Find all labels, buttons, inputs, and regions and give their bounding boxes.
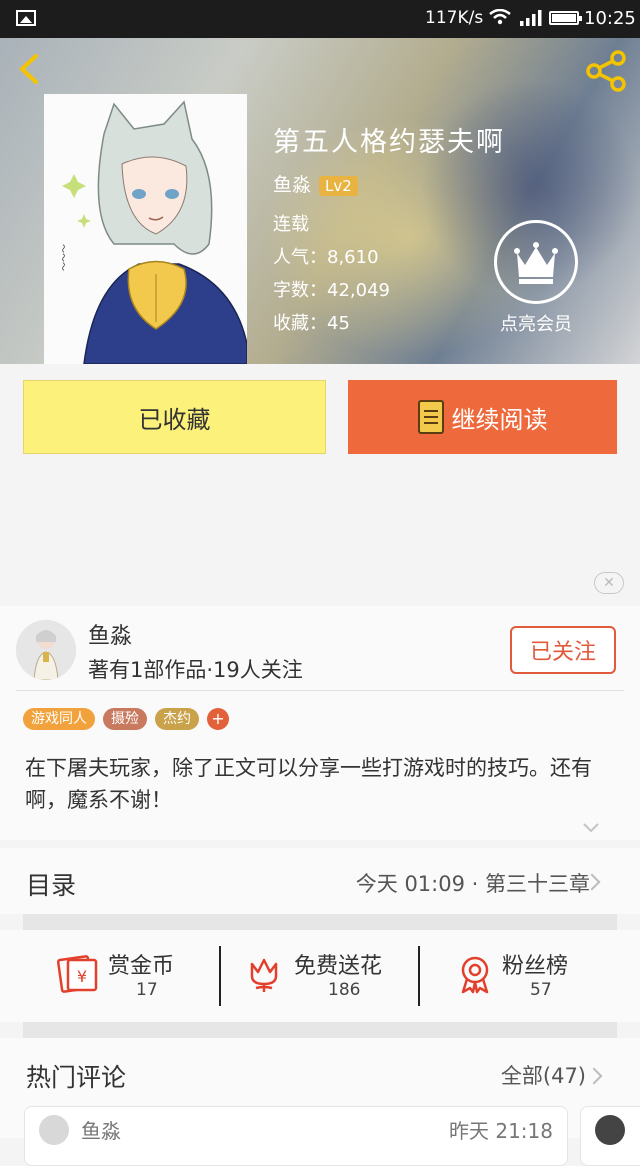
svg-text:¥: ¥ bbox=[77, 967, 87, 986]
toc-row[interactable]: 目录 今天 01:09 · 第三十三章 bbox=[0, 848, 640, 914]
section-gap bbox=[23, 914, 617, 930]
book-word-count: 字数：42,049 bbox=[273, 280, 390, 301]
tag-0[interactable]: 游戏同人 bbox=[23, 708, 95, 730]
toc-title: 目录 bbox=[26, 871, 77, 900]
share-icon[interactable] bbox=[584, 48, 630, 94]
chevron-down-icon[interactable] bbox=[582, 822, 600, 834]
vip-button[interactable]: 点亮会员 bbox=[490, 220, 582, 345]
battery-icon bbox=[549, 11, 582, 25]
collected-button[interactable]: 已收藏 bbox=[23, 380, 326, 454]
red-packet-icon: ¥ bbox=[56, 955, 98, 993]
back-icon[interactable] bbox=[14, 52, 48, 86]
book-author-line: 鱼淼 Lv2 bbox=[273, 170, 358, 197]
book-status: 连载 bbox=[273, 214, 309, 235]
all-comments-link[interactable]: 全部(47) bbox=[501, 1060, 586, 1090]
flower-icon bbox=[250, 958, 278, 992]
add-tag-button[interactable]: + bbox=[207, 708, 229, 730]
medal-icon bbox=[461, 956, 489, 994]
follow-button[interactable]: 已关注 bbox=[510, 626, 616, 674]
comment-card[interactable] bbox=[580, 1106, 640, 1166]
network-speed: 117K/s bbox=[425, 8, 484, 28]
follow-label: 已关注 bbox=[529, 640, 596, 665]
reward-coins-value: 17 bbox=[136, 980, 158, 1000]
comment-time: 昨天 21:18 bbox=[449, 1119, 553, 1143]
tag-list: 游戏同人 摄殓 杰约 + bbox=[23, 708, 229, 730]
level-badge: Lv2 bbox=[319, 175, 358, 196]
close-ad-button[interactable]: ✕ bbox=[594, 572, 624, 594]
stats-row: ¥ 赏金币 17 免费送花 186 粉丝榜 57 bbox=[0, 930, 640, 1022]
fan-ranking-label: 粉丝榜 bbox=[502, 954, 569, 979]
book-author[interactable]: 鱼淼 bbox=[273, 174, 311, 196]
collected-label: 已收藏 bbox=[138, 405, 211, 434]
book-title: 第五人格约瑟夫啊 bbox=[273, 127, 505, 158]
stats-separator bbox=[418, 946, 420, 1006]
divider bbox=[16, 690, 624, 691]
free-flowers-value: 186 bbox=[328, 980, 361, 1000]
comment-avatar[interactable] bbox=[595, 1115, 625, 1145]
hot-comments-section: 热门评论 全部(47) 鱼淼 昨天 21:18 bbox=[0, 1038, 640, 1166]
svg-text:～～～: ～～～ bbox=[57, 244, 67, 271]
vip-label: 点亮会员 bbox=[500, 314, 572, 335]
section-gap bbox=[23, 1022, 617, 1038]
book-icon bbox=[417, 400, 444, 434]
signal-icon bbox=[520, 10, 542, 26]
clock: 10:25 bbox=[584, 8, 636, 29]
status-bar: 117K/s 10:25 bbox=[0, 0, 640, 38]
author-name[interactable]: 鱼淼 bbox=[88, 618, 132, 650]
reward-coins-button[interactable]: ¥ 赏金币 17 bbox=[56, 946, 206, 1012]
hot-comments-title: 热门评论 bbox=[26, 1063, 127, 1092]
book-favorites: 收藏：45 bbox=[273, 313, 350, 334]
author-avatar[interactable] bbox=[16, 620, 76, 680]
comment-card[interactable]: 鱼淼 昨天 21:18 bbox=[24, 1106, 568, 1166]
continue-reading-button[interactable]: 继续阅读 bbox=[348, 380, 617, 454]
crown-icon bbox=[494, 220, 578, 304]
free-flowers-label: 免费送花 bbox=[294, 954, 383, 979]
book-intro: 在下屠夫玩家，除了正文可以分享一些打游戏时的技巧。还有啊，魔系不谢！ bbox=[25, 756, 592, 812]
toc-latest-chapter: 今天 01:09 · 第三十三章 bbox=[355, 872, 590, 896]
author-card: 鱼淼 著有1部作品·19人关注 已关注 游戏同人 摄殓 杰约 + 在下屠夫玩家，… bbox=[0, 606, 640, 840]
continue-reading-label: 继续阅读 bbox=[451, 405, 548, 434]
comment-user: 鱼淼 bbox=[81, 1119, 121, 1143]
comment-avatar[interactable] bbox=[39, 1115, 69, 1145]
author-stats: 著有1部作品·19人关注 bbox=[88, 658, 303, 682]
fan-ranking-button[interactable]: 粉丝榜 57 bbox=[456, 946, 596, 1012]
wifi-icon bbox=[489, 9, 511, 25]
tag-2[interactable]: 杰约 bbox=[155, 708, 199, 730]
stats-separator bbox=[219, 946, 221, 1006]
book-popularity: 人气：8,610 bbox=[273, 247, 379, 268]
fan-ranking-value: 57 bbox=[530, 980, 552, 1000]
image-notification-icon bbox=[16, 10, 36, 26]
book-header: ～～～ 第五人格约瑟夫啊 鱼淼 Lv2 连载 人气：8,610 字数：42,049… bbox=[0, 38, 640, 364]
reward-coins-label: 赏金币 bbox=[108, 954, 175, 979]
free-flowers-button[interactable]: 免费送花 186 bbox=[246, 946, 406, 1012]
book-cover-image[interactable]: ～～～ bbox=[44, 94, 247, 364]
chevron-right-icon bbox=[585, 1067, 603, 1085]
tag-1[interactable]: 摄殓 bbox=[103, 708, 147, 730]
